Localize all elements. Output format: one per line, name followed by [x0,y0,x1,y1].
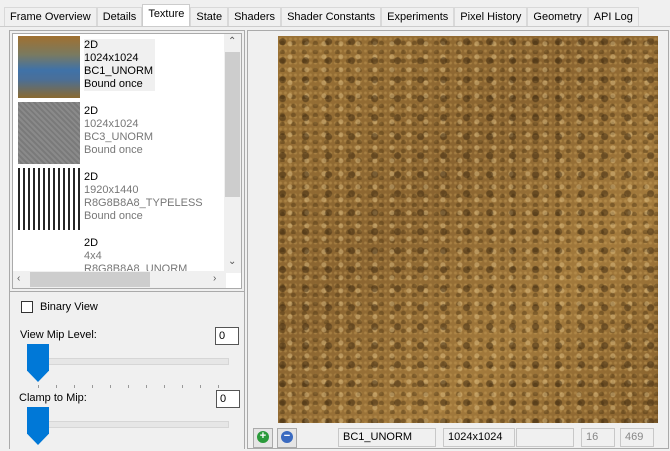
texture-format: BC3_UNORM [84,131,154,143]
chevron-down-icon[interactable]: ⌄ [228,256,236,267]
texture-size: 1920x1440 [84,184,139,196]
scrollbar-thumb[interactable] [30,272,150,287]
texture-viewer: + − BC1_UNORM 1024x1024 16 469 [247,30,669,449]
texture-binding: Bound once [84,210,143,222]
clamp-mip-label: Clamp to Mip: [19,392,87,404]
tab-texture[interactable]: Texture [142,4,191,27]
tab-geometry[interactable]: Geometry [527,7,588,26]
chevron-left-icon[interactable]: ‹ [17,273,20,284]
tab-shader-constants[interactable]: Shader Constants [281,7,382,26]
texture-controls: Binary View View Mip Level: 0 Clamp to M… [10,291,244,451]
zoom-out-button[interactable]: − [277,428,297,448]
horizontal-scrollbar[interactable]: ‹ › [13,271,226,288]
texture-thumbnail [18,36,80,98]
binary-view-label: Binary View [40,301,98,313]
divider [0,26,670,27]
clamp-mip-slider-thumb[interactable] [27,407,49,445]
texture-size: 1024x1024 [84,52,139,64]
texture-binding: Bound once [84,144,143,156]
size-field: 1024x1024 [443,428,515,447]
view-mip-slider-thumb[interactable] [27,344,49,382]
texture-preview[interactable] [278,36,658,423]
zoom-out-icon: − [281,431,293,443]
list-item[interactable]: 2D 1024x1024 BC3_UNORM Bound once [18,102,218,166]
slider-ticks [38,385,228,388]
zoom-in-icon: + [257,431,269,443]
texture-format: R8G8B8A8_TYPELESS [84,197,203,209]
binary-view-checkbox[interactable] [21,301,33,313]
tab-frame-overview[interactable]: Frame Overview [4,7,97,26]
tab-bar: Frame Overview Details Texture State Sha… [4,4,639,27]
texture-thumbnail [18,102,80,164]
chevron-up-icon[interactable]: ⌃ [228,36,236,47]
texture-size: 1024x1024 [84,118,139,130]
view-mip-slider[interactable] [39,358,229,365]
tab-pixel-history[interactable]: Pixel History [454,7,528,26]
tab-experiments[interactable]: Experiments [381,7,455,26]
texture-panel: 2D 1024x1024 BC1_UNORM Bound once 2D 1024x10… [9,30,245,449]
view-mip-input[interactable]: 0 [215,327,239,345]
status-bar: + − BC1_UNORM 1024x1024 16 469 [248,427,668,449]
x-coordinate-field: 16 [581,428,615,447]
pixel-value-field [516,428,574,447]
vertical-scrollbar[interactable]: ⌃ ⌄ [224,34,241,273]
tab-details[interactable]: Details [96,7,143,26]
texture-dim: 2D [84,105,99,117]
texture-dim: 2D [84,237,99,249]
scrollbar-thumb[interactable] [225,52,240,197]
tab-shaders[interactable]: Shaders [228,7,282,26]
texture-size: 4x4 [84,250,102,262]
texture-dim: 2D [84,171,99,183]
chevron-right-icon[interactable]: › [213,273,216,284]
texture-format: BC1_UNORM [84,65,154,77]
y-coordinate-field: 469 [620,428,654,447]
texture-dim: 2D [84,39,99,51]
texture-thumbnail [18,168,80,230]
texture-list[interactable]: 2D 1024x1024 BC1_UNORM Bound once 2D 1024x10… [12,33,242,289]
list-item[interactable]: 2D 1024x1024 BC1_UNORM Bound once [18,36,218,100]
list-item[interactable]: 2D 1920x1440 R8G8B8A8_TYPELESS Bound once [18,168,218,232]
clamp-mip-input[interactable]: 0 [216,390,240,408]
tab-state[interactable]: State [190,7,229,26]
texture-binding: Bound once [84,78,143,90]
clamp-mip-slider[interactable] [39,421,229,428]
tab-api-log[interactable]: API Log [587,7,639,26]
view-mip-label: View Mip Level: [20,329,97,341]
zoom-in-button[interactable]: + [253,428,273,448]
format-field: BC1_UNORM [338,428,436,447]
